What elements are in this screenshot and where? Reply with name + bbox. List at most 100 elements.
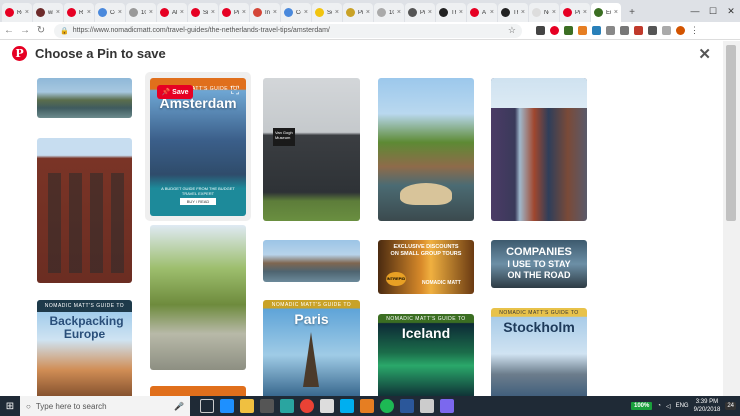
tab-close-icon[interactable]: × <box>56 9 60 16</box>
pinterest-extension-icon[interactable] <box>550 26 559 35</box>
tab-close-icon[interactable]: × <box>583 9 587 16</box>
browser-tab[interactable]: Pin× <box>405 3 435 22</box>
wifi-icon[interactable]: ◔ <box>657 403 661 409</box>
browser-tab[interactable]: New Ta× <box>529 3 559 22</box>
app-l-icon[interactable] <box>280 399 294 413</box>
pin-canal-houses-gabled[interactable] <box>491 78 587 221</box>
extension-icon[interactable] <box>606 26 615 35</box>
tab-close-icon[interactable]: × <box>366 9 370 16</box>
tab-close-icon[interactable]: × <box>180 9 184 16</box>
browser-tab[interactable]: 10× <box>126 3 156 22</box>
browser-tab[interactable]: Th× <box>498 3 528 22</box>
pin-canal-tour-boat[interactable] <box>378 78 474 221</box>
browser-tab[interactable]: win× <box>33 3 63 22</box>
pin-backpacking-europe[interactable]: NOMADIC MATT'S GUIDE TO Backpacking Euro… <box>37 300 132 396</box>
expand-icon[interactable]: ⛶ <box>231 85 239 98</box>
tab-close-icon[interactable]: × <box>552 9 556 16</box>
microphone-icon[interactable]: 🎤 <box>174 402 184 411</box>
app-icon[interactable] <box>440 399 454 413</box>
tab-close-icon[interactable]: × <box>490 9 494 16</box>
browser-tab[interactable]: Eur× <box>591 3 621 22</box>
taskbar-search-input[interactable]: ○ Type here to search 🎤 <box>20 396 190 416</box>
browser-tab[interactable]: 10× <box>374 3 404 22</box>
pin-van-gogh-museum[interactable]: Van Gogh Museum <box>263 78 360 221</box>
app-icon[interactable] <box>420 399 434 413</box>
tab-close-icon[interactable]: × <box>149 9 153 16</box>
forward-icon[interactable]: → <box>18 25 32 36</box>
tab-close-icon[interactable]: × <box>335 9 339 16</box>
tab-close-icon[interactable]: × <box>242 9 246 16</box>
pin-companies[interactable]: COMPANIES I USE TO STAY ON THE ROAD <box>491 240 587 288</box>
extension-icon[interactable] <box>662 26 671 35</box>
browser-tab[interactable]: Co× <box>281 3 311 22</box>
pin-canal-houses[interactable] <box>37 78 132 118</box>
avatar[interactable] <box>676 26 685 35</box>
menu-kebab-icon[interactable]: ⋮ <box>690 26 699 35</box>
browser-tab[interactable]: Rob× <box>2 3 32 22</box>
task-view-icon[interactable] <box>200 399 214 413</box>
scrollbar-thumb[interactable] <box>726 45 736 221</box>
edge-icon[interactable] <box>220 399 234 413</box>
browser-tab[interactable]: Th× <box>436 3 466 22</box>
pin-paris-guide[interactable]: NOMADIC MATT'S GUIDE TO Paris <box>263 300 360 396</box>
extension-icon[interactable] <box>634 26 643 35</box>
browser-tab[interactable]: Sn× <box>188 3 218 22</box>
url-input[interactable]: 🔒 https://www.nomadicmatt.com/travel-gui… <box>54 23 522 38</box>
extension-icon[interactable] <box>620 26 629 35</box>
chrome-icon[interactable] <box>300 399 314 413</box>
tab-close-icon[interactable]: × <box>304 9 308 16</box>
new-tab-button[interactable]: + <box>625 5 639 19</box>
language-indicator[interactable]: ENG <box>676 403 689 409</box>
pin-iceland-guide[interactable]: NOMADIC MATT'S GUIDE TO Iceland <box>378 314 474 396</box>
battery-indicator[interactable]: 100% <box>630 402 653 410</box>
app-icon[interactable] <box>360 399 374 413</box>
extension-icon[interactable] <box>536 26 545 35</box>
word-icon[interactable] <box>400 399 414 413</box>
tab-close-icon[interactable]: × <box>428 9 432 16</box>
save-pin-button[interactable]: 📌 Save <box>157 85 193 99</box>
extension-icon[interactable] <box>648 26 657 35</box>
tab-close-icon[interactable]: × <box>397 9 401 16</box>
close-window-button[interactable]: ✕ <box>722 0 740 22</box>
file-explorer-icon[interactable] <box>240 399 254 413</box>
tab-close-icon[interactable]: × <box>273 9 277 16</box>
pin-amsterdam-guide[interactable]: NOMADIC MATT'S GUIDE TO Amsterdam A BUDG… <box>150 78 246 216</box>
pin-intrepid-discounts[interactable]: EXCLUSIVE DISCOUNTS ON SMALL GROUP TOURS… <box>378 240 474 294</box>
tab-close-icon[interactable]: × <box>614 9 618 16</box>
browser-tab[interactable]: All× <box>157 3 187 22</box>
browser-tab[interactable]: Pi × <box>219 3 249 22</box>
extension-icon[interactable] <box>592 26 601 35</box>
back-icon[interactable]: ← <box>2 25 16 36</box>
pin-canal-boats[interactable] <box>263 240 360 282</box>
tab-close-icon[interactable]: × <box>25 9 29 16</box>
skype-icon[interactable] <box>340 399 354 413</box>
browser-tab[interactable]: Sci× <box>312 3 342 22</box>
bookmark-star-icon[interactable]: ☆ <box>508 25 516 36</box>
extension-icon[interactable] <box>578 26 587 35</box>
browser-tab[interactable]: Pin× <box>343 3 373 22</box>
minimize-button[interactable]: — <box>686 0 704 22</box>
extension-icon[interactable] <box>564 26 573 35</box>
volume-icon[interactable]: ◁ <box>666 403 671 410</box>
pin-stockholm-guide[interactable]: NOMADIC MATT'S GUIDE TO Stockholm <box>491 308 587 396</box>
pin-brick-building[interactable] <box>37 138 132 283</box>
spotify-icon[interactable] <box>380 399 394 413</box>
browser-tab[interactable]: Inb× <box>250 3 280 22</box>
store-icon[interactable] <box>260 399 274 413</box>
clock[interactable]: 3:39 PM 9/20/2018 <box>694 398 721 414</box>
tab-close-icon[interactable]: × <box>211 9 215 16</box>
windows-start-icon[interactable]: ⊞ <box>0 396 20 416</box>
browser-tab[interactable]: Pin× <box>560 3 590 22</box>
pin-forest-path[interactable] <box>150 225 246 370</box>
browser-tab[interactable]: A L× <box>467 3 497 22</box>
tab-close-icon[interactable]: × <box>459 9 463 16</box>
tab-close-icon[interactable]: × <box>87 9 91 16</box>
reload-icon[interactable]: ↻ <box>34 25 48 36</box>
maximize-button[interactable]: ☐ <box>704 0 722 22</box>
scrollbar[interactable] <box>723 41 740 396</box>
tab-close-icon[interactable]: × <box>118 9 122 16</box>
tab-close-icon[interactable]: × <box>521 9 525 16</box>
mail-icon[interactable] <box>320 399 334 413</box>
close-icon[interactable]: ✕ <box>698 45 711 63</box>
browser-tab[interactable]: R × <box>64 3 94 22</box>
